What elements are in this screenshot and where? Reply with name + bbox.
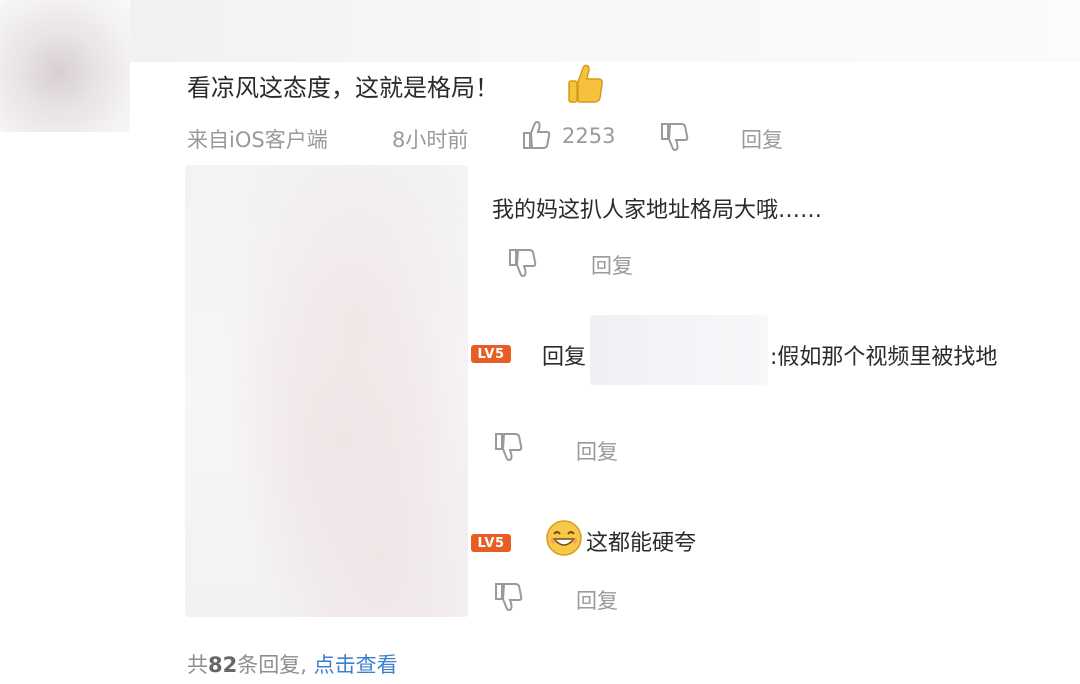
level-badge: LV5 xyxy=(471,345,511,363)
comment-time: 8小时前 xyxy=(392,128,469,152)
like-count: 2253 xyxy=(562,124,616,148)
comment-source: 来自iOS客户端 xyxy=(187,128,328,152)
header-band xyxy=(130,0,1080,62)
reply-2-prefix: 回复 xyxy=(542,345,587,370)
footer-prefix: 共 xyxy=(187,653,208,677)
reply-button[interactable]: 回复 xyxy=(741,124,783,154)
dislike-icon xyxy=(495,433,523,461)
blurred-username xyxy=(590,315,768,385)
thumbs-up-emoji xyxy=(566,64,604,108)
grin-face-emoji xyxy=(545,519,583,561)
like-icon xyxy=(523,121,551,149)
reply-2-reply-button[interactable]: 回复 xyxy=(576,436,618,466)
dislike-icon xyxy=(661,123,689,151)
reply-2-dislike-button[interactable] xyxy=(494,432,524,466)
reply-2-text: :假如那个视频里被找地 xyxy=(770,345,998,370)
reply-3-reply-button[interactable]: 回复 xyxy=(576,585,618,615)
reply-count: 82 xyxy=(208,653,238,677)
reply-count-footer: 共82条回复, 点击查看 xyxy=(187,649,398,679)
level-badge: LV5 xyxy=(471,534,511,552)
comment-body: 看凉风这态度，这就是格局！ xyxy=(187,74,499,102)
reply-1-reply-button[interactable]: 回复 xyxy=(591,250,633,280)
blurred-avatar xyxy=(0,0,130,132)
footer-suffix: 条回复, xyxy=(237,653,307,677)
like-button[interactable] xyxy=(522,120,552,154)
dislike-icon xyxy=(509,249,537,277)
dislike-icon xyxy=(495,583,523,611)
reply-3-dislike-button[interactable] xyxy=(494,582,524,616)
dislike-button[interactable] xyxy=(660,122,690,156)
blurred-reply-avatars xyxy=(185,165,468,617)
reply-1-dislike-button[interactable] xyxy=(508,248,538,282)
reply-1-text: 我的妈这扒人家地址格局大哦…… xyxy=(492,198,823,223)
view-replies-link[interactable]: 点击查看 xyxy=(314,653,398,677)
main-comment-text: 看凉风这态度，这就是格局！ xyxy=(187,68,499,103)
reply-3-text: 这都能硬夸 xyxy=(586,531,697,556)
